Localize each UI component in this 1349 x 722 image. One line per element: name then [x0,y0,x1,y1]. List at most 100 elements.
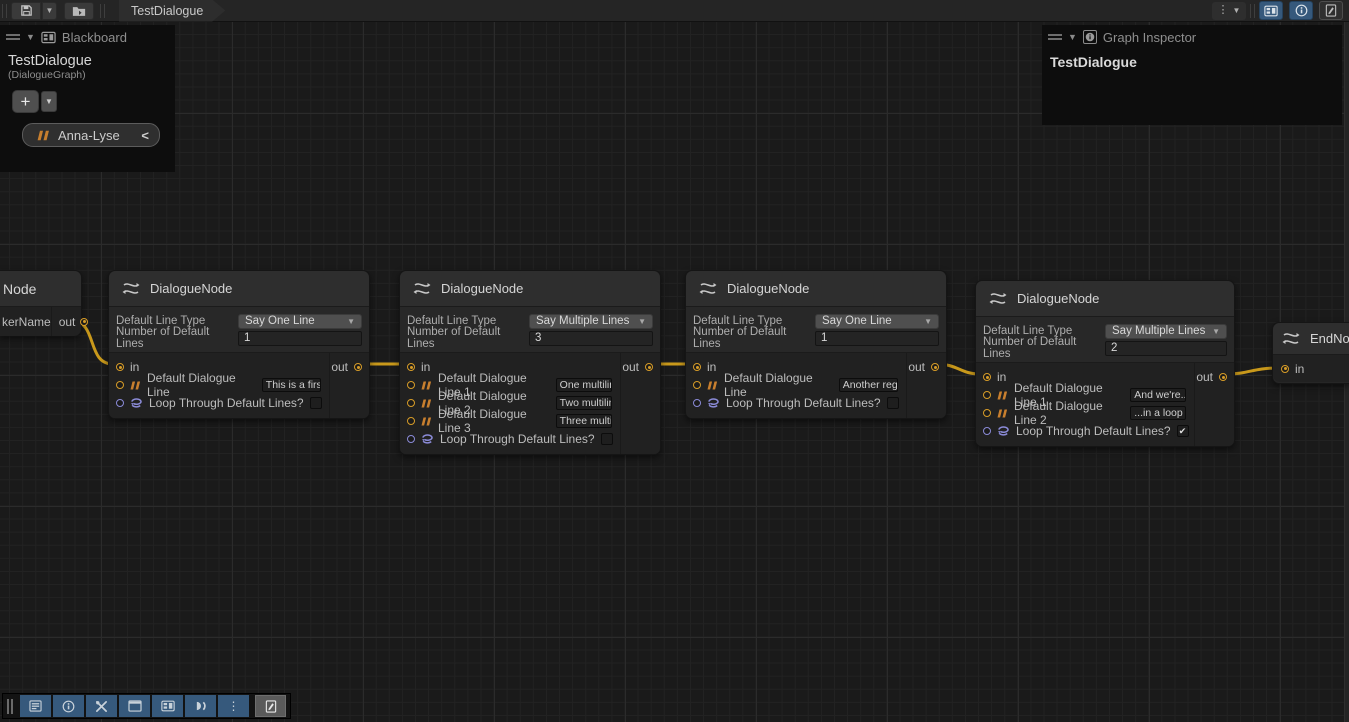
window-button[interactable] [119,695,150,717]
dialogue-line-port[interactable] [407,417,415,425]
collapse-arrow-icon[interactable]: ▼ [26,32,35,42]
dialogue-line-field[interactable]: ...in a loop [1130,406,1186,420]
toggle-inspector-button[interactable] [1289,1,1313,20]
tab-testdialogue[interactable]: TestDialogue [119,0,225,22]
collapse-arrow-icon[interactable]: ▼ [1068,32,1077,42]
toggle-minimap-button[interactable] [1319,1,1343,20]
in-port[interactable] [693,363,701,371]
loop-port[interactable] [407,435,415,443]
in-port[interactable] [407,363,415,371]
dialogue-node-3[interactable]: DialogueNode Default Line Type Say One L… [685,270,947,419]
node-title-bar[interactable]: DialogueNode [976,281,1234,317]
out-port-label: out [908,360,925,374]
node-end[interactable]: EndNode in [1272,322,1349,384]
dialogue-line-port[interactable] [116,381,124,389]
blackboard-icon [41,31,56,44]
bottom-dock-toolbar: ⋮ [2,693,291,719]
blackboard-panel[interactable]: ▼ Blackboard TestDialogue (DialogueGraph… [0,25,175,172]
panel-title: Graph Inspector [1103,30,1196,45]
save-button[interactable] [11,2,41,20]
dialogue-node-icon [1281,331,1301,346]
out-port[interactable] [354,363,362,371]
dialogue-line-port[interactable] [407,399,415,407]
toggle-blackboard-button[interactable] [1259,1,1283,20]
node-title: DialogueNode [1017,291,1099,306]
out-port[interactable] [931,363,939,371]
line-type-dropdown[interactable]: Say Multiple Lines ▼ [529,314,653,329]
dialogue-line-label: Default Dialogue Line [724,371,833,399]
dialogue-preview-button[interactable] [185,695,216,717]
chevron-left-icon[interactable]: < [141,128,149,143]
dialogue-line-field[interactable]: This is a first [262,378,321,392]
dock-options-button[interactable]: ⋮ [218,695,249,717]
loop-checkbox[interactable] [601,433,613,445]
blackboard-toggle-button[interactable] [152,695,183,717]
blackboard-variable-anna-lyse[interactable]: Anna-Lyse < [22,123,160,147]
loop-port[interactable] [116,399,124,407]
add-variable-button[interactable]: + [12,90,39,113]
field-value: One multiline [560,379,612,391]
line-count-field[interactable]: 1 [815,331,939,346]
in-port-label: in [997,370,1006,384]
dialogue-line-field[interactable]: Two multiline [556,396,612,410]
line-type-dropdown[interactable]: Say One Line ▼ [238,314,362,329]
quote-icon [421,399,432,408]
line-count-field[interactable]: 1 [238,331,362,346]
quote-icon [130,381,141,390]
loop-icon [130,398,143,409]
dialogue-node-1[interactable]: DialogueNode Default Line Type Say One L… [108,270,370,419]
in-port[interactable] [116,363,124,371]
add-variable-dropdown[interactable]: ▼ [41,91,57,112]
node-title-bar[interactable]: DialogueNode [109,271,369,307]
node-title-bar[interactable]: DialogueNode [686,271,946,307]
open-folder-button[interactable] [64,2,94,20]
loop-port[interactable] [983,427,991,435]
line-type-dropdown[interactable]: Say Multiple Lines ▼ [1105,324,1227,339]
out-port[interactable] [645,363,653,371]
dialogue-line-field[interactable]: One multiline [556,378,612,392]
loop-port[interactable] [693,399,701,407]
quote-icon [421,417,432,426]
dialogue-node-2[interactable]: DialogueNode Default Line Type Say Multi… [399,270,661,455]
line-type-dropdown[interactable]: Say One Line ▼ [815,314,939,329]
node-speaker[interactable]: Node kerName out [0,270,82,336]
minimap-toggle-button[interactable] [255,695,286,717]
dialogue-line-field[interactable]: Three multilin [556,414,612,428]
plus-icon: + [21,92,31,112]
out-port[interactable] [1219,373,1227,381]
dialogue-line-port[interactable] [407,381,415,389]
loop-checkbox[interactable] [310,397,322,409]
field-value: 3 [535,332,541,344]
node-title-bar[interactable]: EndNode [1273,323,1349,355]
dialogue-node-4[interactable]: DialogueNode Default Line Type Say Multi… [975,280,1235,447]
line-count-field[interactable]: 2 [1105,341,1227,356]
in-port[interactable] [1281,365,1289,373]
inspector-toggle-button[interactable] [53,695,84,717]
node-title: EndNode [1310,331,1349,346]
tools-button[interactable] [86,695,117,717]
toolbar-options-button[interactable]: ⋮ ▼ [1212,2,1246,20]
out-port[interactable] [80,318,88,326]
console-log-button[interactable] [20,695,51,717]
dialogue-line-field[interactable]: Another regu [839,378,898,392]
line-count-field[interactable]: 3 [529,331,653,346]
dialogue-line-field[interactable]: And we're... [1130,388,1186,402]
drag-handle-icon[interactable] [7,699,13,714]
in-port[interactable] [983,373,991,381]
dropdown-value: Say Multiple Lines [1112,325,1205,337]
node-title-bar[interactable]: Node [0,271,81,307]
toolbar-drag-handle[interactable] [2,4,7,18]
drag-handle-icon[interactable] [1048,34,1062,40]
dialogue-line-port[interactable] [983,391,991,399]
loop-checkbox[interactable]: ✔ [1177,425,1189,437]
field-value: This is a first [266,379,321,391]
graph-inspector-panel[interactable]: ▼ Graph Inspector TestDialogue [1042,25,1342,125]
dialogue-line-port[interactable] [693,381,701,389]
loop-checkbox[interactable] [887,397,899,409]
save-dropdown-button[interactable]: ▼ [42,2,57,20]
chevron-down-icon: ▼ [46,6,54,15]
field-value: ...in a loop [1134,407,1182,419]
node-title-bar[interactable]: DialogueNode [400,271,660,307]
drag-handle-icon[interactable] [6,34,20,40]
dialogue-line-port[interactable] [983,409,991,417]
